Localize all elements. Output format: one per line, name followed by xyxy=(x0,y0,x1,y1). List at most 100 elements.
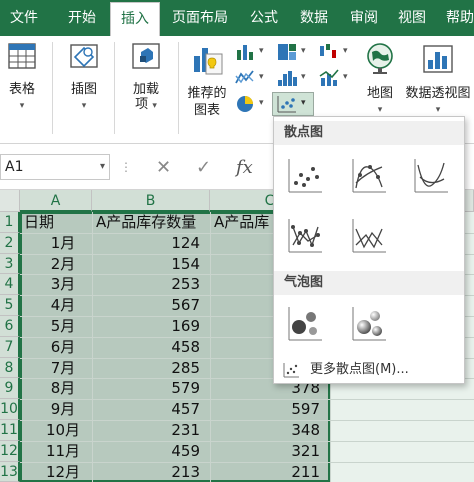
pie-chart-chevron-down-icon[interactable]: ▾ xyxy=(259,98,264,108)
tab-insert[interactable]: 插入 xyxy=(110,2,160,36)
bubble-3d-icon[interactable] xyxy=(348,303,390,345)
header-cell[interactable]: A产品库存数量 xyxy=(92,212,210,233)
data-cell[interactable]: 285 xyxy=(92,358,210,379)
data-cell[interactable]: 321 xyxy=(210,441,330,462)
illustrations-button[interactable]: 插图 ▾ xyxy=(62,40,106,115)
column-gridline xyxy=(210,212,211,482)
confirm-formula-icon[interactable]: ✓ xyxy=(196,157,211,178)
more-scatter-charts-item[interactable]: 更多散点图(M)... xyxy=(280,359,460,381)
data-cell[interactable]: 213 xyxy=(92,462,210,482)
data-cell[interactable]: 459 xyxy=(92,441,210,462)
data-cell[interactable]: 597 xyxy=(210,399,330,420)
column-header-a[interactable]: A xyxy=(20,190,92,212)
data-cell[interactable]: 1月 xyxy=(20,233,92,254)
table-label: 表格 xyxy=(8,82,35,97)
scatter-straight-lines-icon[interactable] xyxy=(348,215,390,257)
tab-formulas[interactable]: 公式 xyxy=(242,0,286,36)
row-header[interactable]: 7 xyxy=(0,336,20,358)
combo-chart-icon[interactable] xyxy=(318,68,340,88)
data-cell[interactable]: 457 xyxy=(92,399,210,420)
tab-view[interactable]: 视图 xyxy=(392,0,432,36)
waterfall-chart-chevron-down-icon[interactable]: ▾ xyxy=(343,46,348,56)
tab-home[interactable]: 开始 xyxy=(56,0,108,36)
column-chart-chevron-down-icon[interactable]: ▾ xyxy=(259,46,264,56)
table-icon xyxy=(8,43,36,69)
scatter-chart-button[interactable]: ▾ xyxy=(272,92,314,116)
cancel-formula-icon[interactable]: ✕ xyxy=(156,157,171,178)
tab-data[interactable]: 数据 xyxy=(292,0,336,36)
scatter-smooth-lines-icon[interactable] xyxy=(410,155,452,197)
header-cell[interactable]: 日期 xyxy=(20,212,92,233)
data-cell[interactable]: 3月 xyxy=(20,274,92,295)
statistic-chart-icon[interactable] xyxy=(276,68,298,88)
row-header[interactable]: 11 xyxy=(0,420,20,441)
illustrations-label: 插图 xyxy=(70,82,97,97)
row-header[interactable]: 6 xyxy=(0,316,20,337)
column-chart-icon[interactable] xyxy=(234,42,256,62)
row-header[interactable]: 1 xyxy=(0,212,20,233)
maps-label: 地图 xyxy=(366,86,393,101)
data-cell[interactable]: 12月 xyxy=(20,462,92,482)
row-header[interactable]: 2 xyxy=(0,232,20,254)
name-box[interactable]: A1 ▾ xyxy=(0,154,110,180)
data-cell[interactable]: 7月 xyxy=(20,358,92,379)
data-cell[interactable]: 211 xyxy=(210,462,330,482)
column-header-b[interactable]: B xyxy=(92,190,210,212)
tab-help[interactable]: 帮助 xyxy=(440,0,474,36)
pivot-chart-label: 数据透视图 xyxy=(405,86,471,101)
data-cell[interactable]: 11月 xyxy=(20,441,92,462)
tab-page-layout[interactable]: 页面布局 xyxy=(166,0,234,36)
line-chart-chevron-down-icon[interactable]: ▾ xyxy=(259,72,264,82)
row-header[interactable]: 4 xyxy=(0,274,20,296)
statistic-chart-chevron-down-icon[interactable]: ▾ xyxy=(301,72,306,82)
scatter-smooth-lines-markers-icon[interactable] xyxy=(348,155,390,197)
data-cell[interactable]: 9月 xyxy=(20,399,92,420)
data-cell[interactable]: 8月 xyxy=(20,378,92,399)
data-cell[interactable]: 579 xyxy=(92,378,210,399)
tab-file[interactable]: 文件 xyxy=(0,0,48,36)
data-cell[interactable]: 6月 xyxy=(20,337,92,358)
select-all-corner[interactable] xyxy=(0,190,20,212)
row-header[interactable]: 9 xyxy=(0,378,20,400)
data-cell[interactable]: 10月 xyxy=(20,420,92,441)
row-header[interactable]: 8 xyxy=(0,357,20,379)
row-header[interactable]: 10 xyxy=(0,399,20,420)
row-header[interactable]: 3 xyxy=(0,253,20,275)
row-header[interactable]: 12 xyxy=(0,440,20,462)
data-cell[interactable]: 124 xyxy=(92,233,210,254)
waterfall-chart-icon[interactable] xyxy=(318,42,340,62)
insert-function-icon[interactable]: fx xyxy=(236,157,253,178)
scatter-section-heading: 散点图 xyxy=(274,121,464,145)
combo-chart-chevron-down-icon[interactable]: ▾ xyxy=(343,72,348,82)
data-cell[interactable]: 458 xyxy=(92,337,210,358)
recommended-charts-button[interactable]: 推荐的 图表 xyxy=(184,40,230,119)
data-cell[interactable]: 231 xyxy=(92,420,210,441)
scatter-chart-chevron-down-icon: ▾ xyxy=(301,98,306,108)
name-box-chevron-down-icon[interactable]: ▾ xyxy=(100,155,105,179)
row-header[interactable]: 5 xyxy=(0,295,20,316)
tab-review[interactable]: 审阅 xyxy=(342,0,386,36)
hierarchy-chart-chevron-down-icon[interactable]: ▾ xyxy=(301,46,306,56)
pivot-chart-icon xyxy=(423,45,453,73)
table-button[interactable]: 表格 ▾ xyxy=(2,40,42,115)
data-cell[interactable]: 5月 xyxy=(20,316,92,337)
scatter-straight-lines-markers-icon[interactable] xyxy=(284,215,326,257)
data-cell[interactable]: 348 xyxy=(210,420,330,441)
data-cell[interactable]: 253 xyxy=(92,274,210,295)
addins-label-line2-row: 项 ▾ xyxy=(124,96,168,115)
data-cell[interactable]: 169 xyxy=(92,316,210,337)
bubble-icon[interactable] xyxy=(284,303,326,345)
data-cell[interactable]: 567 xyxy=(92,295,210,316)
row-header[interactable]: 13 xyxy=(0,461,20,482)
pie-chart-icon[interactable] xyxy=(234,94,256,114)
maps-button[interactable]: 地图 ▾ xyxy=(360,40,400,119)
line-chart-icon[interactable] xyxy=(234,68,256,88)
hierarchy-chart-icon[interactable] xyxy=(276,42,298,62)
data-cell[interactable]: 4月 xyxy=(20,295,92,316)
scatter-chart-dropdown: 散点图 气泡图 更多散点图(M)... xyxy=(273,116,465,384)
data-cell[interactable]: 2月 xyxy=(20,254,92,275)
scatter-markers-icon[interactable] xyxy=(284,155,326,197)
data-cell[interactable]: 154 xyxy=(92,254,210,275)
pivot-chart-button[interactable]: 数据透视图 ▾ xyxy=(402,40,474,119)
addins-button[interactable]: 加载 项 ▾ xyxy=(124,40,168,115)
